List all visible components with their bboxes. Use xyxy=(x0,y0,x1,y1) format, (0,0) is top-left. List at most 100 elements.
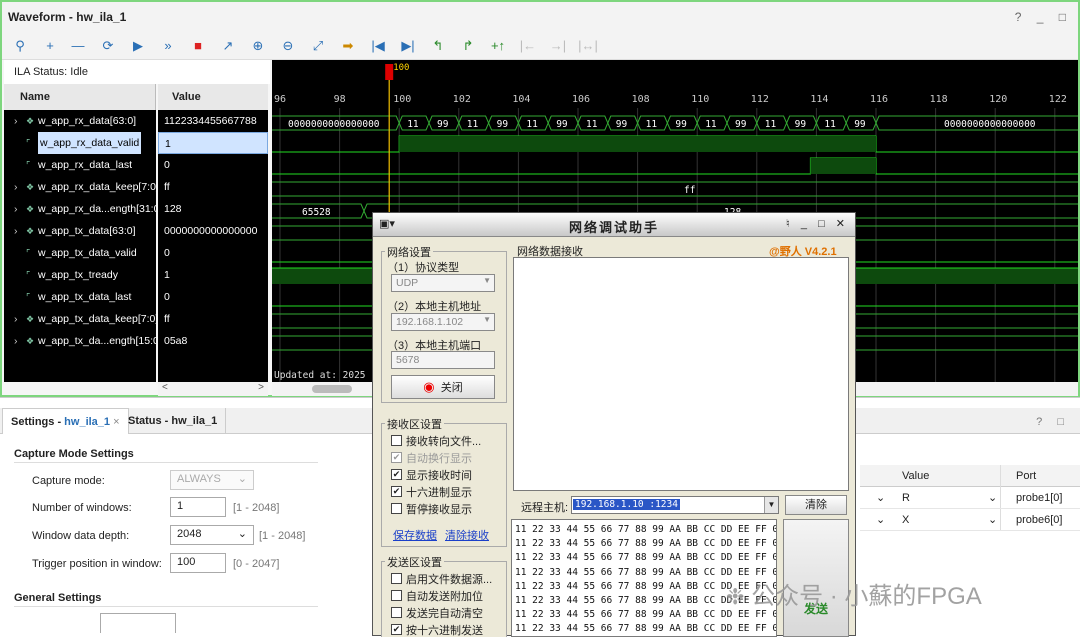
signal-row[interactable]: › ❖ w_app_tx_data[63:0] xyxy=(4,220,156,242)
time-tick-label: 98 xyxy=(334,94,346,105)
signal-value[interactable]: ff xyxy=(158,176,268,198)
close-connection-button[interactable]: ◉ 关闭 xyxy=(391,375,495,399)
export-icon[interactable]: ↗ xyxy=(218,36,238,56)
swap-cursors-icon[interactable]: |↔| xyxy=(578,36,598,56)
zoom-in-icon[interactable]: ⊕ xyxy=(248,36,268,56)
signal-value[interactable]: 0000000000000000 xyxy=(158,220,268,242)
bus-cell-value: 99 xyxy=(497,119,509,130)
chevron-right-icon[interactable]: › xyxy=(14,176,18,198)
depth-label: Window data depth: xyxy=(32,530,130,542)
checkbox[interactable]: ✔ xyxy=(391,624,402,635)
titlebar-buttons[interactable]: ♮ _ □ ✕ xyxy=(786,217,849,230)
hex-line: 11 22 33 44 55 66 77 88 99 AA BB CC DD E… xyxy=(515,623,777,635)
checkbox[interactable]: ✔ xyxy=(391,469,402,480)
signal-value[interactable]: 128 xyxy=(158,198,268,220)
signal-value[interactable]: 1 xyxy=(158,132,268,154)
run-icon[interactable]: ▶ xyxy=(128,36,148,56)
save-data-link[interactable]: 保存数据 xyxy=(393,527,437,543)
go-last-icon[interactable]: ▶| xyxy=(398,36,418,56)
remote-host-input[interactable]: 192.168.1.10 :1234 ▼ xyxy=(571,496,779,514)
window-title: Waveform - hw_ila_1 xyxy=(8,10,127,24)
search-icon[interactable]: ⚲ xyxy=(10,36,30,56)
time-tick-label: 102 xyxy=(453,94,471,105)
signal-row[interactable]: › ❖ w_app_tx_da...ength[15:0] xyxy=(4,330,156,352)
clear-button[interactable]: 清除 xyxy=(785,495,847,515)
checkbox[interactable] xyxy=(391,607,402,618)
go-first-icon[interactable]: |◀ xyxy=(368,36,388,56)
signal-row[interactable]: ⌜ w_app_rx_data_valid xyxy=(4,132,156,154)
next-edge-icon[interactable]: ↱ xyxy=(458,36,478,56)
marker-icon[interactable]: ➡ xyxy=(338,36,358,56)
signal-value[interactable]: 0 xyxy=(158,286,268,308)
run-immediate-icon[interactable]: » xyxy=(158,36,178,56)
table-row[interactable]: ⌄ R ⌄ probe1[0] xyxy=(860,487,1080,509)
signal-name: w_app_rx_data_valid xyxy=(38,132,142,154)
refresh-icon[interactable]: ⟳ xyxy=(98,36,118,56)
signal-row[interactable]: › ❖ w_app_rx_data[63:0] xyxy=(4,110,156,132)
checkbox[interactable] xyxy=(391,590,402,601)
host-select[interactable]: 192.168.1.102 ▼ xyxy=(391,313,495,331)
signal-row[interactable]: ⌜ w_app_tx_data_last xyxy=(4,286,156,308)
checkbox[interactable] xyxy=(391,435,402,446)
checkbox[interactable]: ✔ xyxy=(391,452,402,463)
chevron-down-icon[interactable]: ⌄ xyxy=(988,513,997,526)
checkbox[interactable] xyxy=(391,503,402,514)
signal-value[interactable]: 1 xyxy=(158,264,268,286)
checkbox[interactable]: ✔ xyxy=(391,486,402,497)
add-marker-icon[interactable]: +↑ xyxy=(488,36,508,56)
signal-row[interactable]: ⌜ w_app_tx_data_valid xyxy=(4,242,156,264)
prev-marker-icon[interactable]: |← xyxy=(518,36,538,56)
trigger-input[interactable]: 100 xyxy=(170,553,226,573)
windows-input[interactable]: 1 xyxy=(170,497,226,517)
signal-row[interactable]: ⌜ w_app_rx_data_last xyxy=(4,154,156,176)
signal-value[interactable]: ff xyxy=(158,308,268,330)
zoom-out-icon[interactable]: ⊖ xyxy=(278,36,298,56)
checkbox[interactable] xyxy=(391,573,402,584)
table-row[interactable]: ⌄ X ⌄ probe6[0] xyxy=(860,509,1080,531)
signal-name: w_app_rx_data[63:0] xyxy=(38,115,137,127)
chevron-down-icon[interactable]: ▼ xyxy=(764,497,778,513)
wire-icon: ⌜ xyxy=(26,292,31,302)
chevron-right-icon[interactable]: › xyxy=(14,220,18,242)
chevron-down-icon[interactable]: ⌄ xyxy=(876,491,885,504)
chevron-right-icon[interactable]: › xyxy=(14,308,18,330)
clear-recv-link[interactable]: 清除接收 xyxy=(445,527,489,543)
chevron-right-icon[interactable]: › xyxy=(14,110,18,132)
add-icon[interactable]: + xyxy=(40,36,60,56)
port-input[interactable]: 5678 xyxy=(391,351,495,369)
host-label: （2）本地主机地址 xyxy=(387,301,482,313)
signal-row[interactable]: › ❖ w_app_tx_data_keep[7:0] xyxy=(4,308,156,330)
proto-label: （1）协议类型 xyxy=(387,262,460,274)
name-column-header[interactable]: Name xyxy=(4,84,156,110)
capture-mode-select[interactable]: ALWAYS ⌄ xyxy=(170,470,254,490)
signal-row[interactable]: ⌜ w_app_tx_tready xyxy=(4,264,156,286)
zoom-fit-icon[interactable]: ⤢ xyxy=(308,36,328,56)
depth-select[interactable]: 2048 ⌄ xyxy=(170,525,254,545)
signal-high-fill xyxy=(399,136,876,152)
next-marker-icon[interactable]: →| xyxy=(548,36,568,56)
tab-settings[interactable]: Settings - hw_ila_1 × xyxy=(2,408,129,434)
proto-select[interactable]: UDP ▼ xyxy=(391,274,495,292)
names-hscrollbar[interactable]: < > xyxy=(158,382,268,396)
chevron-right-icon[interactable]: › xyxy=(14,330,18,352)
tab-status[interactable]: Status - hw_ila_1 xyxy=(120,408,227,434)
signal-row[interactable]: › ❖ w_app_rx_data_keep[7:0] xyxy=(4,176,156,198)
close-icon[interactable]: × xyxy=(113,416,119,428)
signal-value[interactable]: 0 xyxy=(158,242,268,264)
chevron-down-icon[interactable]: ⌄ xyxy=(988,491,997,504)
signal-value[interactable]: 0 xyxy=(158,154,268,176)
remove-icon[interactable]: — xyxy=(68,36,88,56)
scroll-thumb[interactable] xyxy=(312,385,352,393)
time-tick-label: 112 xyxy=(751,94,769,105)
signal-row[interactable]: › ❖ w_app_rx_da...ength[31:0] xyxy=(4,198,156,220)
chevron-right-icon[interactable]: › xyxy=(14,198,18,220)
window-controls[interactable]: ? _ □ xyxy=(1015,10,1072,24)
chevron-down-icon[interactable]: ⌄ xyxy=(876,513,885,526)
panel-controls[interactable]: ? □ xyxy=(1036,416,1070,428)
prev-edge-icon[interactable]: ↰ xyxy=(428,36,448,56)
signal-value[interactable]: 1122334455667788 xyxy=(158,110,268,132)
stop-icon[interactable]: ■ xyxy=(188,36,208,56)
signal-value[interactable]: 05a8 xyxy=(158,330,268,352)
recv-textarea[interactable] xyxy=(513,257,849,491)
value-column-header[interactable]: Value xyxy=(158,84,268,110)
